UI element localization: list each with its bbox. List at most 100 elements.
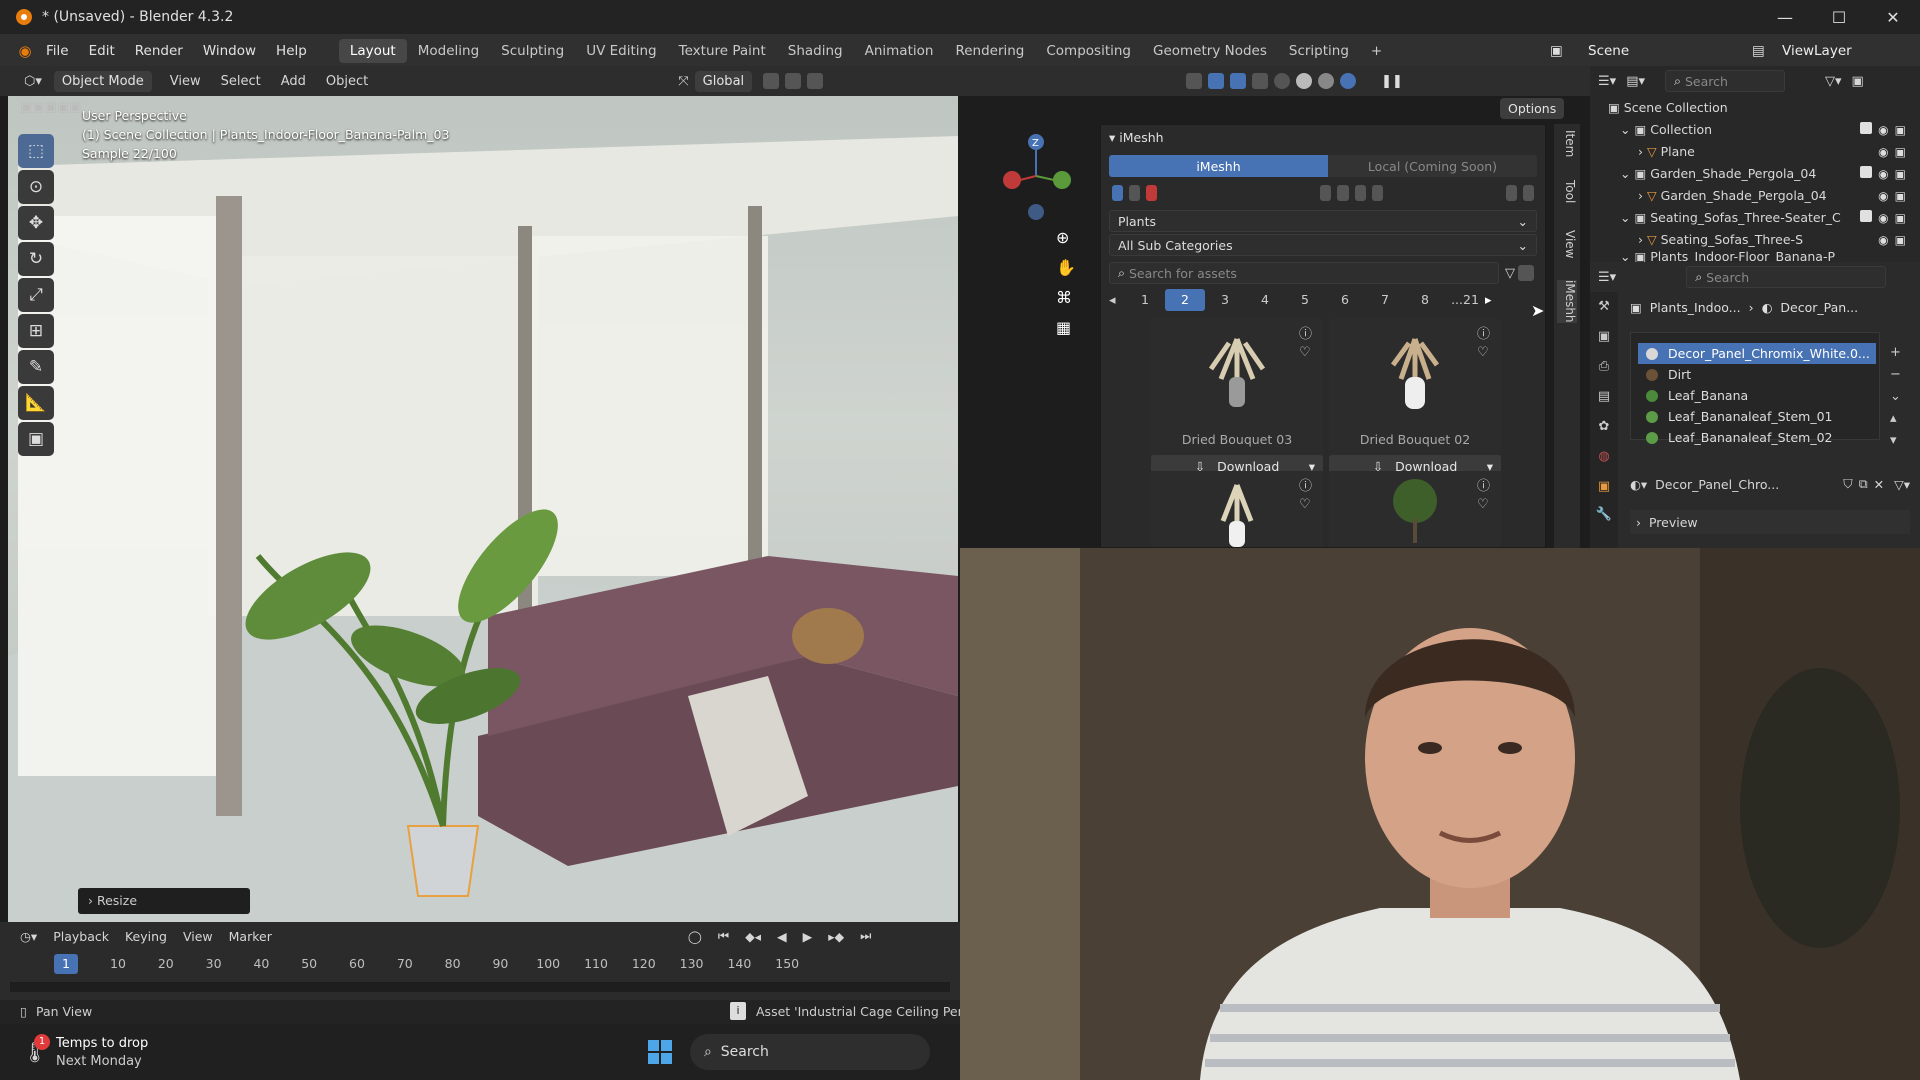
menu-edit[interactable]: Edit: [79, 43, 125, 59]
eye-icon[interactable]: ◉: [1878, 145, 1888, 159]
outliner-row[interactable]: ⌄ ▣ Plants_Indoor-Floor_Banana-P: [1590, 250, 1920, 262]
expand-icon[interactable]: ⌄: [1620, 166, 1634, 181]
play-icon[interactable]: ▶: [803, 929, 813, 944]
expand-icon[interactable]: ›: [1638, 232, 1647, 247]
tab-geometry-nodes[interactable]: Geometry Nodes: [1142, 39, 1278, 63]
expand-icon[interactable]: ›: [1638, 144, 1647, 159]
menu-view[interactable]: View: [160, 74, 211, 89]
menu-help[interactable]: Help: [266, 43, 317, 59]
timeline-scrollbar[interactable]: [10, 982, 950, 992]
prev-page-icon[interactable]: ◂: [1109, 293, 1125, 308]
add-workspace-icon[interactable]: +: [1360, 39, 1393, 63]
windows-start-icon[interactable]: [648, 1040, 672, 1064]
menu-select[interactable]: Select: [211, 74, 271, 89]
outliner-row[interactable]: › ▽ Plane ◉ ▣: [1590, 140, 1920, 162]
duplicate-material-icon[interactable]: ⧉: [1859, 476, 1868, 492]
weather-title[interactable]: Temps to drop: [56, 1036, 148, 1051]
eye-icon[interactable]: ◉: [1878, 233, 1888, 247]
favorite-heart-icon[interactable]: ♡: [1299, 497, 1311, 512]
view-mode-icon[interactable]: [1518, 265, 1534, 281]
move-down-icon[interactable]: ▾: [1890, 430, 1901, 452]
expand-icon[interactable]: ›: [1638, 188, 1647, 203]
snap-icon[interactable]: [785, 73, 802, 89]
eye-icon[interactable]: ◉: [1878, 211, 1888, 225]
taskbar-search[interactable]: ⌕ Search: [690, 1034, 930, 1070]
page-5[interactable]: 5: [1285, 289, 1325, 311]
editor-type-icon[interactable]: ⬡▾: [24, 74, 42, 89]
checkbox-icon[interactable]: [1860, 209, 1873, 222]
slot-menu-icon[interactable]: ⌄: [1890, 386, 1901, 408]
add-cube-tool-icon[interactable]: ▣: [18, 422, 54, 456]
annotate-tool-icon[interactable]: ✎: [18, 350, 54, 384]
options-dropdown[interactable]: Options: [1500, 98, 1565, 119]
ortho-grid-icon[interactable]: ▦: [1056, 318, 1080, 348]
imeshh-panel-header[interactable]: ▾ iMeshh: [1101, 125, 1545, 149]
info-icon[interactable]: ⓘ: [1477, 475, 1490, 494]
viewlayer-icon[interactable]: ▤: [1752, 43, 1765, 59]
tab-tool[interactable]: Tool: [1557, 180, 1577, 203]
subcategory-dropdown[interactable]: All Sub Categories ⌄: [1109, 234, 1537, 256]
select-mode-icons[interactable]: ▣▣▣▣▣: [20, 100, 81, 115]
resize-operator-panel[interactable]: › Resize: [78, 888, 250, 914]
rotate-tool-icon[interactable]: ↻: [18, 242, 54, 276]
camera-render-icon[interactable]: ▣: [1895, 123, 1906, 137]
filter-icon[interactable]: ▽▾: [1825, 74, 1842, 89]
next-page-icon[interactable]: ▸: [1485, 293, 1501, 308]
outliner-row[interactable]: › ▽ Seating_Sofas_Three-S ◉ ▣: [1590, 228, 1920, 250]
overlay-toggle-icon[interactable]: [1230, 73, 1247, 89]
next-keyframe-icon[interactable]: ▸◆: [828, 929, 844, 944]
tab-local[interactable]: Local (Coming Soon): [1327, 155, 1537, 177]
tab-compositing[interactable]: Compositing: [1035, 39, 1142, 63]
menu-render[interactable]: Render: [125, 43, 193, 59]
menu-object[interactable]: Object: [316, 74, 378, 89]
outliner-search-input[interactable]: ⌕ Search: [1665, 70, 1785, 92]
page-2[interactable]: 2: [1165, 289, 1205, 311]
world-tab-icon[interactable]: ◍: [1590, 442, 1618, 472]
settings-gear-icon[interactable]: [1522, 185, 1534, 201]
info-icon[interactable]: ⓘ: [1477, 323, 1490, 342]
blender-menu-icon[interactable]: ◉: [14, 42, 36, 60]
material-shading-icon[interactable]: [1318, 73, 1335, 89]
tab-animation[interactable]: Animation: [854, 39, 945, 63]
page-3[interactable]: 3: [1205, 289, 1245, 311]
page-6[interactable]: 6: [1325, 289, 1365, 311]
tab-uv-editing[interactable]: UV Editing: [575, 39, 667, 63]
outliner-row[interactable]: ⌄ ▣ Seating_Sofas_Three-Seater_C ◉ ▣: [1590, 206, 1920, 228]
object-tab-icon[interactable]: ▣: [1590, 472, 1618, 502]
material-browse-icon[interactable]: ◐▾: [1630, 477, 1655, 492]
scene-icon[interactable]: ▣: [1550, 43, 1563, 59]
select-tool-icon[interactable]: ⬚: [18, 134, 54, 168]
jump-end-icon[interactable]: ⏭: [860, 928, 871, 944]
scene-tab-icon[interactable]: ✿: [1590, 412, 1618, 442]
eye-icon[interactable]: ◉: [1878, 167, 1888, 181]
properties-search-input[interactable]: ⌕ Search: [1686, 266, 1887, 288]
current-frame-indicator[interactable]: 1: [54, 954, 78, 974]
asset-card[interactable]: ⓘ ♡: [1151, 471, 1323, 547]
scale-tool-icon[interactable]: ⤢: [18, 278, 54, 312]
favorite-mode-icon[interactable]: [1146, 185, 1158, 201]
filter-icon[interactable]: ▽▾: [1894, 477, 1910, 492]
xray-icon[interactable]: [1252, 73, 1269, 89]
camera-render-icon[interactable]: ▣: [1895, 233, 1906, 247]
move-tool-icon[interactable]: ✥: [18, 206, 54, 240]
expand-icon[interactable]: ⌄: [1620, 122, 1634, 137]
gizmo-toggle-icon[interactable]: [1208, 73, 1225, 89]
page-last[interactable]: ...21: [1445, 289, 1485, 311]
minimize-button[interactable]: —: [1758, 0, 1812, 34]
link-mode-icon[interactable]: [1112, 185, 1124, 201]
breadcrumb-object[interactable]: Plants_Indoo...: [1650, 300, 1741, 315]
maximize-button[interactable]: ☐: [1812, 0, 1866, 34]
favorite-heart-icon[interactable]: ♡: [1299, 345, 1311, 360]
pan-hand-icon[interactable]: ✋: [1056, 258, 1080, 288]
add-slot-icon[interactable]: +: [1890, 342, 1901, 364]
expand-icon[interactable]: ⌄: [1620, 250, 1634, 262]
tab-shading[interactable]: Shading: [777, 39, 854, 63]
prev-keyframe-icon[interactable]: ◆◂: [745, 929, 761, 944]
category-dropdown[interactable]: Plants ⌄: [1109, 210, 1537, 232]
asset-card[interactable]: ⓘ ♡ Dried Bouquet 02 ⇩ Download ▾: [1329, 319, 1501, 477]
menu-marker[interactable]: Marker: [229, 929, 272, 944]
page-4[interactable]: 4: [1245, 289, 1285, 311]
tab-modeling[interactable]: Modeling: [407, 39, 490, 63]
camera-render-icon[interactable]: ▣: [1895, 189, 1906, 203]
material-slot[interactable]: Leaf_Bananaleaf_Stem_02: [1638, 427, 1876, 448]
